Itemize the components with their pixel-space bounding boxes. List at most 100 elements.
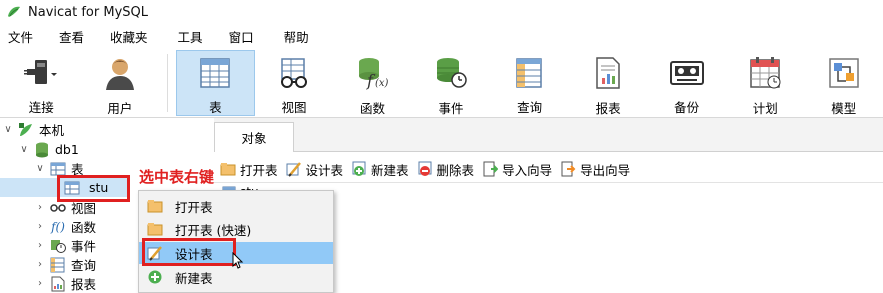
export-wizard-button[interactable]: 导出向导 [560,160,630,179]
tree-functions-folder[interactable]: › f() 函数 [34,217,96,236]
event-icon [50,238,66,254]
svg-text:(x): (x) [375,78,389,89]
toolbar-separator [167,54,169,112]
model-label: 模型 [831,101,857,116]
chevron-right-icon[interactable]: › [34,221,46,232]
new-table-label: 新建表 [371,162,409,178]
tree-events-label: 事件 [71,239,97,254]
open-table-icon [147,198,163,214]
tree-reports-folder[interactable]: › 报表 [34,274,96,293]
menu-file[interactable]: 文件 [0,27,41,49]
open-table-button[interactable]: 打开表 [220,160,278,179]
tree-queries-folder[interactable]: › 查询 [34,255,96,274]
minus-icon [417,161,433,177]
schedule-icon [745,56,785,90]
query-icon [510,56,550,89]
database-icon [34,142,50,158]
chevron-down-icon[interactable]: ∨ [34,163,46,174]
mouse-cursor-icon [232,252,244,269]
query-icon [50,257,66,273]
chevron-down-icon[interactable]: ∨ [2,124,14,135]
table-label: 表 [209,100,222,115]
event-button[interactable]: 事件 [412,50,491,116]
chevron-right-icon[interactable]: › [34,278,46,289]
import-wizard-label: 导入向导 [502,162,553,178]
tab-strip: 对象 [214,118,883,152]
navicat-logo-icon [8,6,20,17]
object-toolbar: 打开表 设计表 新建表 删除表 导入向导 导出向导 [214,156,638,182]
query-button[interactable]: 查询 [490,50,569,116]
backup-button[interactable]: 备份 [647,50,726,116]
view-icon [274,56,314,89]
delete-table-button[interactable]: 删除表 [417,160,475,179]
design-table-icon [286,161,302,177]
delete-table-label: 删除表 [436,162,475,178]
chevron-right-icon[interactable]: › [34,259,46,270]
menu-favorites[interactable]: 收藏夹 [102,27,156,49]
user-button[interactable]: 用户 [81,50,160,116]
annotation-box-table [57,175,130,202]
plus-icon [147,269,163,285]
menu-window[interactable]: 窗口 [221,27,262,49]
menu-help[interactable]: 帮助 [276,27,317,49]
menu-bar: 文件 查看 收藏夹 工具 窗口 帮助 [0,26,883,50]
menu-view[interactable]: 查看 [51,27,92,49]
tree-events-folder[interactable]: › 事件 [34,236,96,255]
tab-objects[interactable]: 对象 [214,122,294,152]
view-button[interactable]: 视图 [255,50,334,116]
connect-label: 连接 [28,100,54,115]
import-icon [482,161,499,177]
window-title: Navicat for MySQL [28,4,148,20]
ctx-open-table[interactable]: 打开表 [139,195,333,217]
export-icon [560,161,576,177]
query-label: 查询 [517,100,543,115]
user-label: 用户 [107,101,133,116]
tree-connection-local[interactable]: ∨ 本机 [2,120,64,139]
annotation-text: 选中表右键 [139,168,215,186]
backup-icon [667,56,707,89]
tree-functions-label: 函数 [71,220,97,235]
report-icon [50,276,66,292]
tree-reports-label: 报表 [71,277,97,292]
open-table-icon [220,161,236,177]
menu-tools[interactable]: 工具 [170,27,211,49]
annotation-box-design [142,238,236,266]
connect-button[interactable]: 连接 [2,50,81,116]
export-wizard-label: 导出向导 [580,162,631,178]
ctx-new-table-label: 新建表 [175,270,213,286]
function-icon: f (x) [352,56,392,90]
tree-connection-label: 本机 [39,123,65,138]
function-icon: f() [51,219,65,234]
new-table-button[interactable]: 新建表 [351,160,409,179]
connection-icon [18,122,34,138]
view-label: 视图 [281,100,307,115]
ctx-open-table-label: 打开表 [175,199,213,215]
main-toolbar: 连接 用户 表 视图 f (x) 函数 事件 查询 报表 备份 计划 模型 [0,50,883,118]
model-icon [824,56,864,90]
user-icon [100,56,140,90]
ctx-open-table-fast-label: 打开表 (快速) [175,222,252,238]
model-button[interactable]: 模型 [805,50,883,116]
chevron-right-icon[interactable]: › [34,240,46,251]
open-table-icon [147,221,163,237]
report-icon [588,56,628,90]
backup-label: 备份 [674,100,700,115]
function-button[interactable]: f (x) 函数 [333,50,412,116]
event-icon [431,56,471,90]
open-table-label: 打开表 [240,162,278,178]
table-button[interactable]: 表 [176,50,255,116]
table-icon [195,57,235,89]
chevron-down-icon[interactable]: ∨ [18,144,30,155]
function-label: 函数 [359,101,385,116]
tree-queries-label: 查询 [71,258,97,273]
design-table-label: 设计表 [305,162,344,178]
design-table-button[interactable]: 设计表 [286,160,344,179]
schedule-button[interactable]: 计划 [726,50,805,116]
plug-icon [21,56,61,89]
title-bar: Navicat for MySQL [0,0,883,24]
ctx-open-table-fast[interactable]: 打开表 (快速) [139,218,333,240]
import-wizard-button[interactable]: 导入向导 [482,160,552,179]
report-button[interactable]: 报表 [569,50,648,116]
tree-database-db1[interactable]: ∨ db1 [18,140,79,159]
chevron-right-icon[interactable]: › [34,202,46,213]
